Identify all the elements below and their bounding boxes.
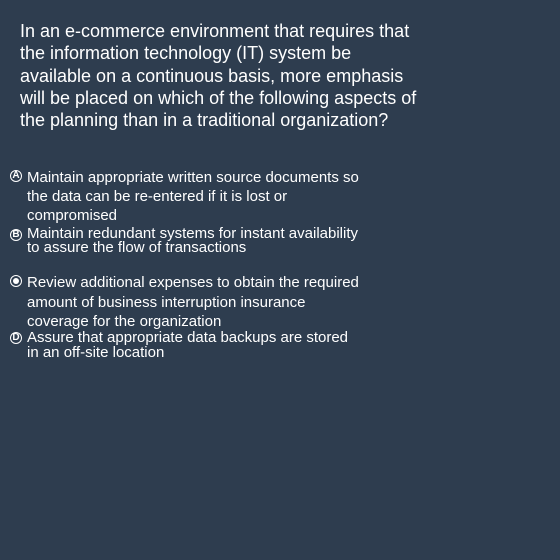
option-b[interactable]: B Maintain redundant systems for instant… bbox=[0, 225, 360, 256]
radio-a[interactable]: A bbox=[10, 170, 22, 182]
radio-d[interactable]: D bbox=[10, 332, 22, 344]
radio-b[interactable]: B bbox=[10, 229, 22, 241]
question-text: In an e-commerce environment that requir… bbox=[20, 21, 417, 131]
option-d[interactable]: D Assure that appropriate data backups a… bbox=[0, 330, 360, 360]
option-c-text: Review additional expenses to obtain the… bbox=[27, 274, 359, 330]
option-c[interactable]: Review additional expenses to obtain the… bbox=[0, 273, 360, 332]
option-a-text: Maintain appropriate written source docu… bbox=[27, 169, 359, 224]
option-letter-b: B bbox=[12, 229, 20, 240]
option-a[interactable]: A Maintain appropriate written source do… bbox=[0, 168, 360, 225]
option-letter-d: D bbox=[12, 332, 20, 343]
option-b-text: Maintain redundant systems for instant a… bbox=[27, 225, 358, 256]
option-d-text: Assure that appropriate data backups are… bbox=[27, 329, 349, 361]
option-letter-a: A bbox=[12, 170, 20, 181]
radio-c[interactable] bbox=[10, 275, 22, 287]
